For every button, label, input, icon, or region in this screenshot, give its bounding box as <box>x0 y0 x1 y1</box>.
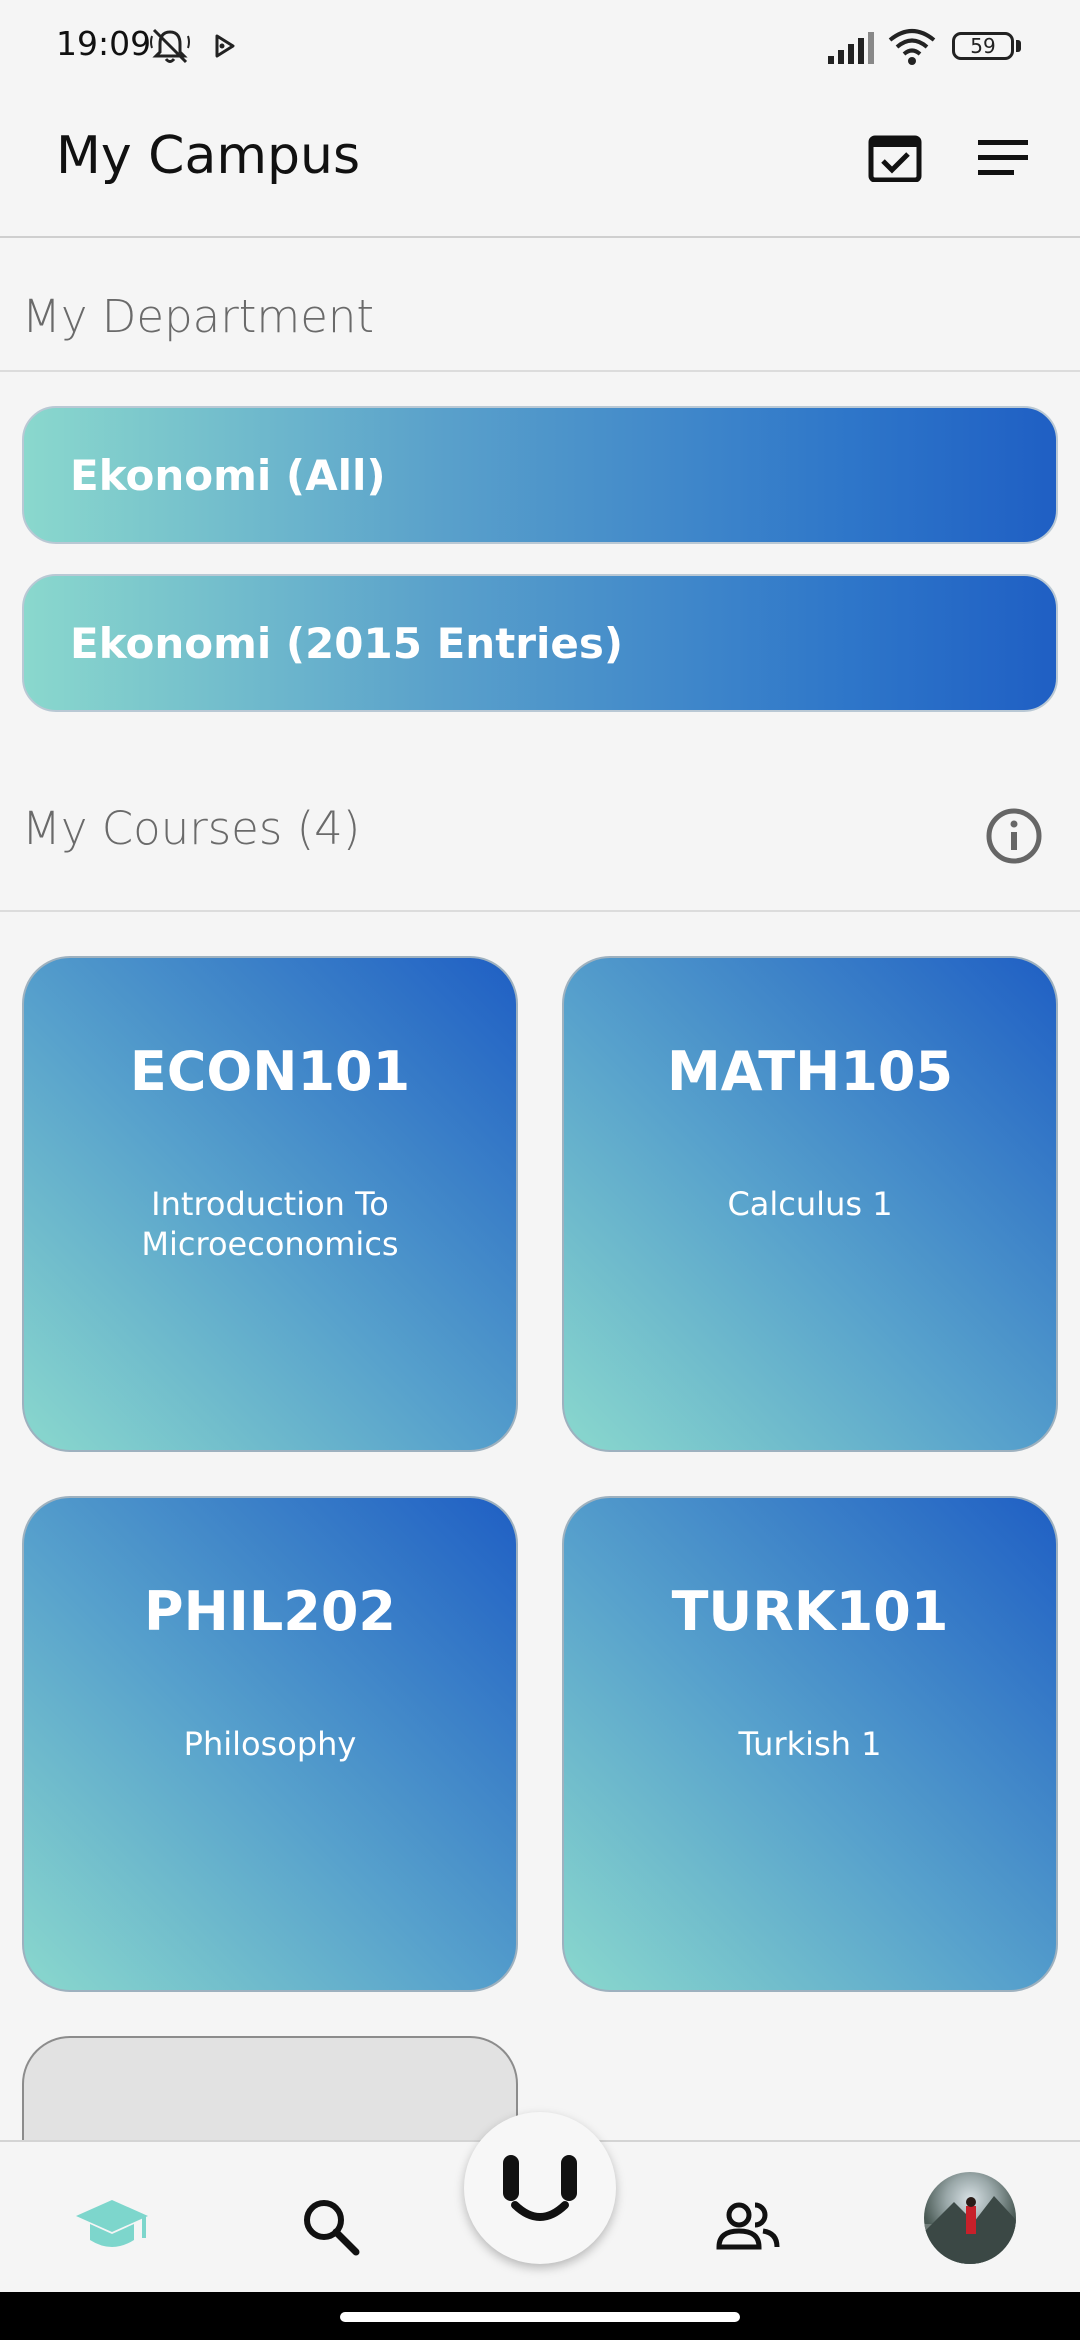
course-card-math105[interactable]: MATH105 Calculus 1 <box>562 956 1058 1452</box>
course-card-phil202[interactable]: PHIL202 Philosophy <box>22 1496 518 1992</box>
calendar-check-icon[interactable] <box>860 122 930 192</box>
course-code: ECON101 <box>129 1040 411 1103</box>
app-header: My Campus <box>0 92 1080 238</box>
play-icon <box>214 34 236 62</box>
status-bar: 19:09 59 <box>0 0 1080 92</box>
graduation-cap-icon[interactable] <box>72 2186 152 2266</box>
course-card-turk101[interactable]: TURK101 Turkish 1 <box>562 1496 1058 1992</box>
department-button-label: Ekonomi (All) <box>70 450 386 500</box>
department-button-ekonomi-2015[interactable]: Ekonomi (2015 Entries) <box>22 574 1058 712</box>
mute-icon <box>148 26 192 70</box>
info-icon[interactable] <box>984 806 1044 870</box>
home-indicator[interactable] <box>340 2312 740 2322</box>
course-code: TURK101 <box>671 1580 949 1643</box>
divider <box>0 370 1080 372</box>
menu-icon[interactable] <box>968 122 1038 192</box>
course-card-econ101[interactable]: ECON101 Introduction To Microeconomics <box>22 956 518 1452</box>
course-code: MATH105 <box>666 1040 954 1103</box>
course-name: Introduction To Microeconomics <box>141 1185 399 1263</box>
department-section-title: My Department <box>22 290 375 343</box>
course-name: Calculus 1 <box>727 1185 893 1223</box>
course-name: Turkish 1 <box>738 1725 882 1763</box>
divider <box>0 910 1080 912</box>
avatar[interactable] <box>924 2172 1016 2264</box>
department-button-ekonomi-all[interactable]: Ekonomi (All) <box>22 406 1058 544</box>
wifi-icon <box>888 28 936 70</box>
battery-tip <box>1016 40 1021 52</box>
battery-icon: 59 <box>952 32 1014 60</box>
courses-section-title: My Courses (4) <box>22 802 361 855</box>
course-name: Philosophy <box>183 1725 357 1763</box>
status-time: 19:09 <box>56 24 152 63</box>
department-button-label: Ekonomi (2015 Entries) <box>70 618 624 668</box>
face-icon[interactable] <box>464 2112 616 2264</box>
course-code: PHIL202 <box>144 1580 396 1643</box>
search-icon[interactable] <box>290 2186 370 2266</box>
people-icon[interactable] <box>708 2186 788 2266</box>
signal-icon <box>826 30 876 68</box>
page-title: My Campus <box>56 126 361 186</box>
